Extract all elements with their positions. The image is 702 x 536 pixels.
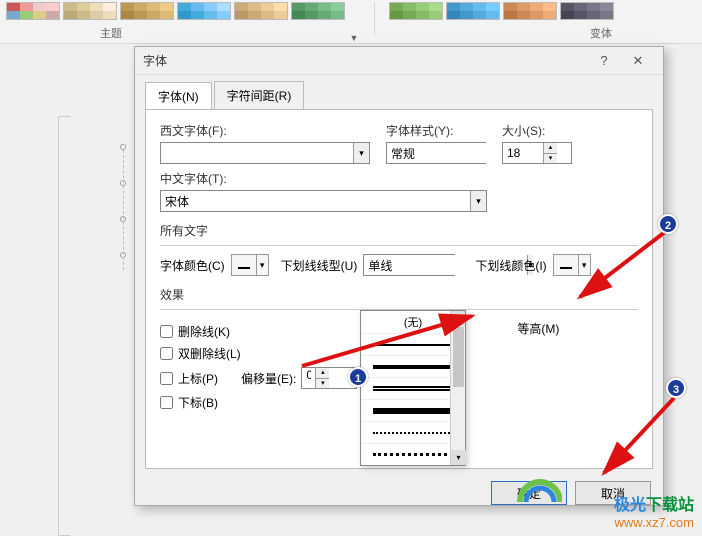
label-superscript: 上标(P) (178, 370, 218, 387)
chevron-down-icon[interactable]: ▾ (578, 255, 590, 275)
cjk-font-combo[interactable]: ▾ (160, 190, 487, 212)
offset-input[interactable] (302, 368, 315, 381)
ribbon-group-label-variant: 变体 (590, 25, 612, 41)
underline-style-combo[interactable]: ▾ (363, 254, 455, 276)
label-font-color: 字体颜色(C) (160, 257, 225, 274)
dropdown-scrollbar[interactable]: ▴ ▾ (450, 311, 465, 465)
latin-font-combo[interactable]: ▾ (160, 142, 370, 164)
dialog-body: 西文字体(F): ▾ 字体样式(Y): ▾ 大小(S): ▴▾ (145, 109, 653, 469)
tab-char-spacing[interactable]: 字符间距(R) (214, 81, 305, 109)
underline-color-button[interactable]: ▾ (553, 254, 591, 276)
label-underline-color: 下划线颜色(I) (475, 257, 546, 274)
scroll-down-icon[interactable]: ▾ (451, 450, 466, 465)
label-size: 大小(S): (502, 122, 572, 139)
spin-down-icon[interactable]: ▾ (316, 378, 329, 389)
label-cjk-font: 中文字体(T): (160, 170, 487, 187)
label-equal-height: 等高(M) (517, 320, 559, 337)
spin-up-icon[interactable]: ▴ (316, 368, 329, 378)
theme-thumbnail[interactable] (234, 2, 288, 20)
label-double-strike: 双删除线(L) (178, 345, 241, 362)
chevron-down-icon[interactable]: ▾ (256, 255, 268, 275)
font-dialog: 字体 ? ✕ 字体(N) 字符间距(R) 西文字体(F): ▾ 字体样式(Y):… (134, 46, 664, 506)
font-style-combo[interactable]: ▾ (386, 142, 486, 164)
font-color-button[interactable]: ▾ (231, 254, 269, 276)
variant-thumbnail[interactable] (446, 2, 500, 20)
chevron-down-icon[interactable]: ▾ (470, 191, 486, 211)
theme-gallery-right (383, 0, 620, 43)
theme-thumbnail[interactable] (177, 2, 231, 20)
help-button[interactable]: ? (587, 49, 621, 73)
font-color-swatch-icon (236, 258, 252, 272)
cjk-font-input[interactable] (161, 191, 470, 211)
theme-gallery-left: ▼ (0, 0, 366, 43)
label-underline-style: 下划线线型(U) (281, 257, 358, 274)
watermark-arc-icon (516, 462, 562, 508)
label-subscript: 下标(B) (178, 394, 218, 411)
checkbox-strike[interactable] (160, 325, 173, 338)
annotation-badge-2: 2 (658, 214, 678, 234)
theme-thumbnail[interactable] (63, 2, 117, 20)
close-button[interactable]: ✕ (621, 49, 655, 73)
checkbox-double-strike[interactable] (160, 347, 173, 360)
label-offset: 偏移量(E): (241, 370, 296, 387)
label-font-style: 字体样式(Y): (386, 122, 486, 139)
theme-thumbnail[interactable] (291, 2, 345, 20)
underline-color-swatch-icon (558, 258, 574, 272)
chevron-down-icon[interactable]: ▾ (353, 143, 369, 163)
tab-font[interactable]: 字体(N) (145, 82, 212, 110)
dialog-title: 字体 (143, 52, 587, 69)
latin-font-input[interactable] (161, 143, 353, 163)
variant-thumbnail[interactable] (560, 2, 614, 20)
annotation-badge-1: 1 (348, 367, 368, 387)
label-strike: 删除线(K) (178, 323, 230, 340)
checkbox-superscript[interactable] (160, 372, 173, 385)
variant-thumbnail[interactable] (503, 2, 557, 20)
annotation-badge-3: 3 (666, 378, 686, 398)
spin-up-icon[interactable]: ▴ (544, 143, 557, 153)
scrollbar-thumb[interactable] (453, 327, 464, 387)
theme-thumbnail[interactable] (6, 2, 60, 20)
size-spinner[interactable]: ▴▾ (502, 142, 572, 164)
label-all-text: 所有文字 (160, 222, 638, 239)
ribbon: ▼ 主题 变体 (0, 0, 702, 44)
size-input[interactable] (503, 143, 543, 163)
theme-thumbnail[interactable] (120, 2, 174, 20)
label-effects: 效果 (160, 286, 638, 303)
underline-style-dropdown-list: (无) ▴ ▾ (360, 310, 466, 466)
cancel-button[interactable]: 取消 (575, 481, 651, 505)
ribbon-group-label-theme: 主题 (100, 25, 122, 41)
label-latin-font: 西文字体(F): (160, 122, 370, 139)
spin-down-icon[interactable]: ▾ (544, 153, 557, 164)
dialog-titlebar: 字体 ? ✕ (135, 47, 663, 75)
checkbox-subscript[interactable] (160, 396, 173, 409)
variant-thumbnail[interactable] (389, 2, 443, 20)
scroll-up-icon[interactable]: ▴ (451, 311, 465, 326)
